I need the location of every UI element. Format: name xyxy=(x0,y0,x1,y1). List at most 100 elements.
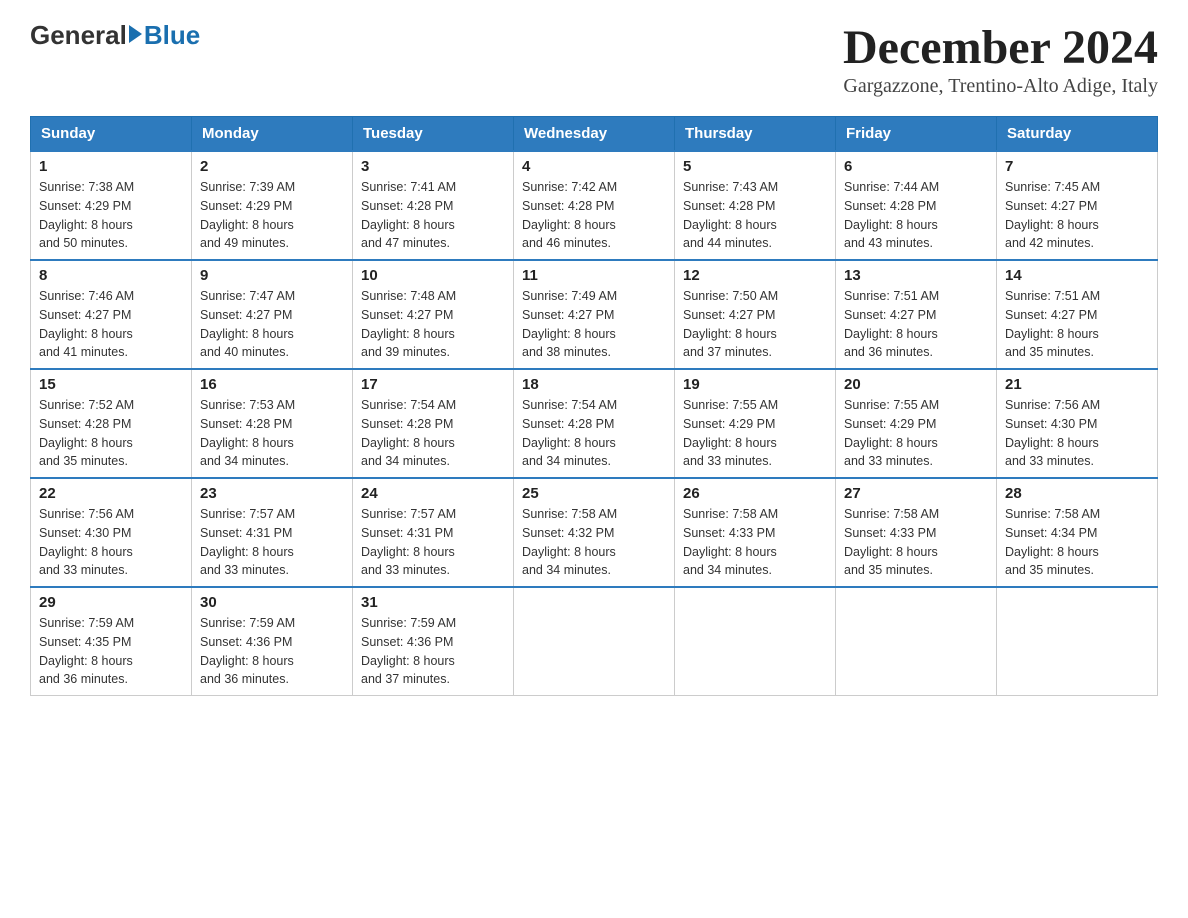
col-monday: Monday xyxy=(192,117,353,152)
day-number: 12 xyxy=(683,267,827,284)
day-number: 3 xyxy=(361,158,505,175)
calendar-week-row: 15 Sunrise: 7:52 AMSunset: 4:28 PMDayligh… xyxy=(31,369,1158,478)
day-number: 9 xyxy=(200,267,344,284)
day-number: 21 xyxy=(1005,376,1149,393)
day-number: 31 xyxy=(361,594,505,611)
day-info: Sunrise: 7:53 AMSunset: 4:28 PMDaylight:… xyxy=(200,396,344,471)
calendar-week-row: 29 Sunrise: 7:59 AMSunset: 4:35 PMDayligh… xyxy=(31,587,1158,696)
col-sunday: Sunday xyxy=(31,117,192,152)
col-friday: Friday xyxy=(836,117,997,152)
table-row: 13 Sunrise: 7:51 AMSunset: 4:27 PMDayligh… xyxy=(836,260,997,369)
table-row: 7 Sunrise: 7:45 AMSunset: 4:27 PMDaylight… xyxy=(997,151,1158,260)
col-thursday: Thursday xyxy=(675,117,836,152)
table-row: 29 Sunrise: 7:59 AMSunset: 4:35 PMDayligh… xyxy=(31,587,192,696)
day-info: Sunrise: 7:43 AMSunset: 4:28 PMDaylight:… xyxy=(683,178,827,253)
location-subtitle: Gargazzone, Trentino-Alto Adige, Italy xyxy=(843,75,1158,98)
day-number: 10 xyxy=(361,267,505,284)
day-number: 25 xyxy=(522,485,666,502)
col-wednesday: Wednesday xyxy=(514,117,675,152)
table-row: 9 Sunrise: 7:47 AMSunset: 4:27 PMDaylight… xyxy=(192,260,353,369)
table-row: 3 Sunrise: 7:41 AMSunset: 4:28 PMDaylight… xyxy=(353,151,514,260)
table-row: 18Sunrise: 7:54 AMSunset: 4:28 PMDayligh… xyxy=(514,369,675,478)
table-row: 28Sunrise: 7:58 AMSunset: 4:34 PMDayligh… xyxy=(997,478,1158,587)
calendar-week-row: 8 Sunrise: 7:46 AMSunset: 4:27 PMDaylight… xyxy=(31,260,1158,369)
table-row: 25 Sunrise: 7:58 AMSunset: 4:32 PMDayligh… xyxy=(514,478,675,587)
day-info: Sunrise: 7:41 AMSunset: 4:28 PMDaylight:… xyxy=(361,178,505,253)
col-tuesday: Tuesday xyxy=(353,117,514,152)
day-number: 8 xyxy=(39,267,183,284)
day-info: Sunrise: 7:59 AMSunset: 4:35 PMDaylight:… xyxy=(39,614,183,689)
day-info: Sunrise: 7:56 AMSunset: 4:30 PMDaylight:… xyxy=(39,505,183,580)
day-number: 29 xyxy=(39,594,183,611)
day-number: 7 xyxy=(1005,158,1149,175)
day-number: 22 xyxy=(39,485,183,502)
day-info: Sunrise: 7:44 AMSunset: 4:28 PMDaylight:… xyxy=(844,178,988,253)
day-number: 15 xyxy=(39,376,183,393)
day-info: Sunrise: 7:46 AMSunset: 4:27 PMDaylight:… xyxy=(39,287,183,362)
logo: General Blue xyxy=(30,20,200,51)
day-number: 19 xyxy=(683,376,827,393)
day-info: Sunrise: 7:52 AMSunset: 4:28 PMDaylight:… xyxy=(39,396,183,471)
table-row xyxy=(675,587,836,696)
table-row xyxy=(997,587,1158,696)
table-row: 24 Sunrise: 7:57 AMSunset: 4:31 PMDayligh… xyxy=(353,478,514,587)
table-row: 19 Sunrise: 7:55 AMSunset: 4:29 PMDayligh… xyxy=(675,369,836,478)
table-row: 31Sunrise: 7:59 AMSunset: 4:36 PMDayligh… xyxy=(353,587,514,696)
table-row: 27 Sunrise: 7:58 AMSunset: 4:33 PMDayligh… xyxy=(836,478,997,587)
title-section: December 2024 Gargazzone, Trentino-Alto … xyxy=(843,20,1158,98)
day-number: 5 xyxy=(683,158,827,175)
day-info: Sunrise: 7:57 AMSunset: 4:31 PMDaylight:… xyxy=(361,505,505,580)
day-number: 4 xyxy=(522,158,666,175)
day-number: 24 xyxy=(361,485,505,502)
day-number: 1 xyxy=(39,158,183,175)
calendar-header-row: Sunday Monday Tuesday Wednesday Thursday… xyxy=(31,117,1158,152)
month-year-title: December 2024 xyxy=(843,20,1158,75)
day-info: Sunrise: 7:54 AMSunset: 4:28 PMDaylight:… xyxy=(522,396,666,471)
table-row: 2 Sunrise: 7:39 AMSunset: 4:29 PMDaylight… xyxy=(192,151,353,260)
calendar-week-row: 1 Sunrise: 7:38 AMSunset: 4:29 PMDaylight… xyxy=(31,151,1158,260)
day-info: Sunrise: 7:55 AMSunset: 4:29 PMDaylight:… xyxy=(683,396,827,471)
day-number: 11 xyxy=(522,267,666,284)
day-info: Sunrise: 7:45 AMSunset: 4:27 PMDaylight:… xyxy=(1005,178,1149,253)
day-number: 20 xyxy=(844,376,988,393)
table-row: 17 Sunrise: 7:54 AMSunset: 4:28 PMDayligh… xyxy=(353,369,514,478)
day-info: Sunrise: 7:51 AMSunset: 4:27 PMDaylight:… xyxy=(844,287,988,362)
day-number: 26 xyxy=(683,485,827,502)
table-row: 23Sunrise: 7:57 AMSunset: 4:31 PMDayligh… xyxy=(192,478,353,587)
day-info: Sunrise: 7:51 AMSunset: 4:27 PMDaylight:… xyxy=(1005,287,1149,362)
table-row: 14Sunrise: 7:51 AMSunset: 4:27 PMDayligh… xyxy=(997,260,1158,369)
day-info: Sunrise: 7:56 AMSunset: 4:30 PMDaylight:… xyxy=(1005,396,1149,471)
table-row: 6 Sunrise: 7:44 AMSunset: 4:28 PMDaylight… xyxy=(836,151,997,260)
day-info: Sunrise: 7:58 AMSunset: 4:32 PMDaylight:… xyxy=(522,505,666,580)
day-number: 2 xyxy=(200,158,344,175)
table-row: 30Sunrise: 7:59 AMSunset: 4:36 PMDayligh… xyxy=(192,587,353,696)
day-info: Sunrise: 7:49 AMSunset: 4:27 PMDaylight:… xyxy=(522,287,666,362)
day-info: Sunrise: 7:38 AMSunset: 4:29 PMDaylight:… xyxy=(39,178,183,253)
day-info: Sunrise: 7:58 AMSunset: 4:33 PMDaylight:… xyxy=(844,505,988,580)
table-row: 8 Sunrise: 7:46 AMSunset: 4:27 PMDaylight… xyxy=(31,260,192,369)
day-info: Sunrise: 7:42 AMSunset: 4:28 PMDaylight:… xyxy=(522,178,666,253)
day-info: Sunrise: 7:54 AMSunset: 4:28 PMDaylight:… xyxy=(361,396,505,471)
day-number: 6 xyxy=(844,158,988,175)
day-number: 27 xyxy=(844,485,988,502)
logo-general-text: General xyxy=(30,20,127,51)
day-number: 13 xyxy=(844,267,988,284)
table-row xyxy=(836,587,997,696)
day-number: 30 xyxy=(200,594,344,611)
day-number: 17 xyxy=(361,376,505,393)
table-row: 22 Sunrise: 7:56 AMSunset: 4:30 PMDayligh… xyxy=(31,478,192,587)
table-row: 11 Sunrise: 7:49 AMSunset: 4:27 PMDayligh… xyxy=(514,260,675,369)
table-row: 26Sunrise: 7:58 AMSunset: 4:33 PMDayligh… xyxy=(675,478,836,587)
day-number: 16 xyxy=(200,376,344,393)
day-info: Sunrise: 7:50 AMSunset: 4:27 PMDaylight:… xyxy=(683,287,827,362)
day-info: Sunrise: 7:47 AMSunset: 4:27 PMDaylight:… xyxy=(200,287,344,362)
logo-blue-text: Blue xyxy=(144,20,200,51)
day-number: 28 xyxy=(1005,485,1149,502)
page-header: General Blue December 2024 Gargazzone, T… xyxy=(30,20,1158,98)
day-number: 23 xyxy=(200,485,344,502)
logo-triangle-icon xyxy=(129,25,142,43)
logo-blue-part: Blue xyxy=(127,20,200,51)
table-row: 5 Sunrise: 7:43 AMSunset: 4:28 PMDaylight… xyxy=(675,151,836,260)
day-info: Sunrise: 7:48 AMSunset: 4:27 PMDaylight:… xyxy=(361,287,505,362)
day-info: Sunrise: 7:39 AMSunset: 4:29 PMDaylight:… xyxy=(200,178,344,253)
